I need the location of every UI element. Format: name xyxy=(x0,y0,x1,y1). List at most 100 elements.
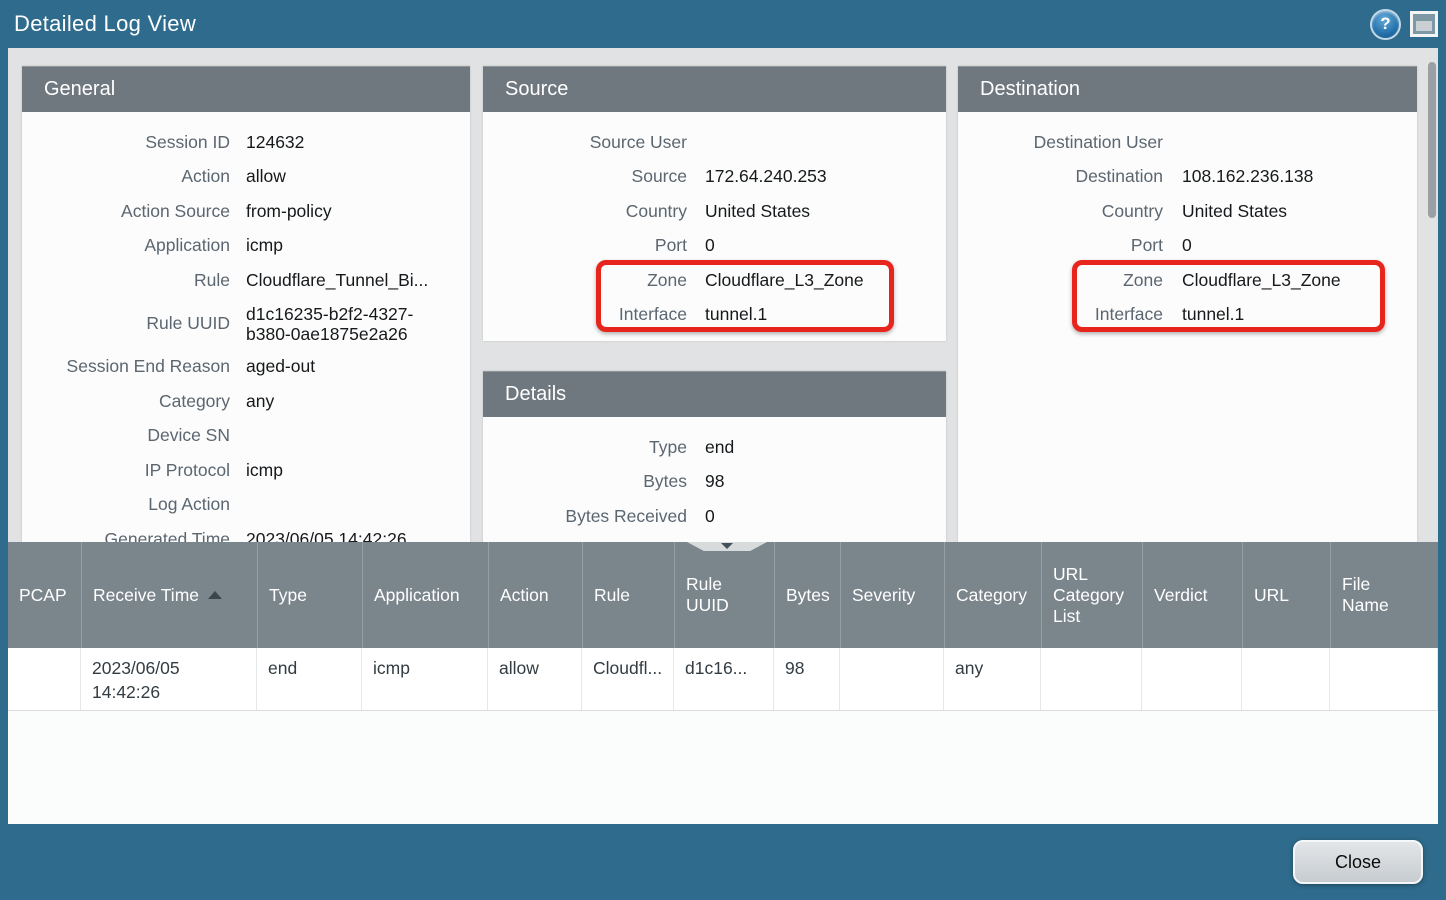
column-header-type[interactable]: Type xyxy=(257,542,362,648)
field-row: Bytes98 xyxy=(483,465,946,500)
column-header-bytes[interactable]: Bytes xyxy=(774,542,840,648)
column-header-action[interactable]: Action xyxy=(488,542,582,648)
panel-general: General Session ID124632ActionallowActio… xyxy=(22,66,470,542)
column-header-file-name[interactable]: File Name xyxy=(1330,542,1438,648)
title-bar: Detailed Log View ? xyxy=(0,0,1446,48)
column-header-url[interactable]: URL xyxy=(1242,542,1330,648)
cell-severity xyxy=(840,648,944,710)
field-value: from-policy xyxy=(230,201,332,222)
detailed-log-view-dialog: Detailed Log View ? General Session ID12… xyxy=(0,0,1446,900)
cell-rule-uuid: d1c16... xyxy=(674,648,774,710)
column-header-label: PCAP xyxy=(19,585,67,606)
cell-application: icmp xyxy=(362,648,488,710)
column-header-url-category-list[interactable]: URL Category List xyxy=(1041,542,1142,648)
cell-action: allow xyxy=(488,648,582,710)
field-value: any xyxy=(230,391,274,412)
field-value: d1c16235-b2f2-4327- b380-0ae1875e2a26 xyxy=(230,304,413,344)
cell-type: end xyxy=(257,648,362,710)
field-row: Device SN xyxy=(22,419,470,454)
panel-destination-header: Destination xyxy=(958,66,1417,112)
log-detail-panels-area: General Session ID124632ActionallowActio… xyxy=(8,48,1438,542)
field-row: Log Action xyxy=(22,488,470,523)
column-header-label: Category xyxy=(956,585,1027,606)
field-row: Session End Reasonaged-out xyxy=(22,350,470,385)
field-label: Action xyxy=(22,166,230,187)
log-table: PCAP Receive Time TypeApplication Action Rul… xyxy=(8,542,1438,824)
field-label: Type xyxy=(483,437,687,458)
panel-details-body: TypeendBytes98Bytes Received0 xyxy=(483,417,946,534)
field-value: 0 xyxy=(1163,235,1192,256)
field-value: allow xyxy=(230,166,286,187)
field-label: Port xyxy=(958,235,1163,256)
cell-url-category-list xyxy=(1041,648,1142,710)
field-value: 124632 xyxy=(230,132,304,153)
field-row: Actionallow xyxy=(22,160,470,195)
cell-bytes: 98 xyxy=(774,648,840,710)
field-row: Source172.64.240.253 xyxy=(483,160,946,195)
column-header-label: URL xyxy=(1254,585,1289,606)
field-label: Port xyxy=(483,235,687,256)
cell-category: any xyxy=(944,648,1041,710)
field-label: Destination xyxy=(958,166,1163,187)
field-value: 2023/06/05 14:42:26 xyxy=(230,529,407,542)
field-row: IP Protocolicmp xyxy=(22,453,470,488)
field-label: Rule UUID xyxy=(22,313,230,334)
column-header-pcap[interactable]: PCAP xyxy=(8,542,81,648)
field-label: Country xyxy=(483,201,687,222)
field-label: Application xyxy=(22,235,230,256)
field-label: Action Source xyxy=(22,201,230,222)
dialog-title: Detailed Log View xyxy=(0,11,196,37)
field-row: Rule UUIDd1c16235-b2f2-4327- b380-0ae187… xyxy=(22,298,470,350)
field-value: 0 xyxy=(687,506,715,527)
field-row: Port0 xyxy=(483,229,946,264)
field-row: Destination User xyxy=(958,125,1417,160)
field-row: Applicationicmp xyxy=(22,229,470,264)
column-header-category[interactable]: Category xyxy=(944,542,1041,648)
column-header-rule[interactable]: Rule xyxy=(582,542,674,648)
field-row: Bytes Received0 xyxy=(483,499,946,534)
field-label: Session End Reason xyxy=(22,356,230,377)
panel-details: Details TypeendBytes98Bytes Received0 xyxy=(483,371,946,542)
field-row: Action Sourcefrom-policy xyxy=(22,194,470,229)
highlight-box-source-zone-interface xyxy=(596,260,894,332)
table-row[interactable]: 2023/06/05 14:42:26endicmpallowCloudfl..… xyxy=(8,648,1438,711)
field-row: Destination108.162.236.138 xyxy=(958,160,1417,195)
field-value: United States xyxy=(687,201,810,222)
maximize-window-icon[interactable] xyxy=(1410,11,1438,37)
column-header-label: Action xyxy=(500,585,549,606)
cell-verdict xyxy=(1142,648,1242,710)
help-icon[interactable]: ? xyxy=(1372,11,1399,38)
field-row: Source User xyxy=(483,125,946,160)
field-value: United States xyxy=(1163,201,1287,222)
panel-details-header: Details xyxy=(483,371,946,417)
field-row: Generated Time2023/06/05 14:42:26 xyxy=(22,522,470,542)
column-header-rule-uuid[interactable]: Rule UUID xyxy=(674,542,774,648)
field-value: icmp xyxy=(230,460,283,481)
column-header-application[interactable]: Application xyxy=(362,542,488,648)
column-header-receive-time[interactable]: Receive Time xyxy=(81,542,257,648)
column-header-label: Severity xyxy=(852,585,915,606)
close-button[interactable]: Close xyxy=(1293,840,1423,884)
column-header-label: Receive Time xyxy=(93,585,199,606)
field-label: Country xyxy=(958,201,1163,222)
panel-source-header: Source xyxy=(483,66,946,112)
panel-general-header: General xyxy=(22,66,470,112)
field-label: Source xyxy=(483,166,687,187)
column-header-label: File Name xyxy=(1342,574,1389,616)
panel-general-body: Session ID124632ActionallowAction Source… xyxy=(22,112,470,542)
field-value: 172.64.240.253 xyxy=(687,166,827,187)
field-label: Device SN xyxy=(22,425,230,446)
field-row: RuleCloudflare_Tunnel_Bi... xyxy=(22,263,470,298)
field-label: Source User xyxy=(483,132,687,153)
log-table-body: 2023/06/05 14:42:26endicmpallowCloudfl..… xyxy=(8,648,1438,711)
column-header-verdict[interactable]: Verdict xyxy=(1142,542,1242,648)
column-header-label: Rule xyxy=(594,585,630,606)
field-label: IP Protocol xyxy=(22,460,230,481)
column-header-severity[interactable]: Severity xyxy=(840,542,944,648)
collapse-arrow-icon xyxy=(721,543,733,549)
field-value: Cloudflare_Tunnel_Bi... xyxy=(230,270,428,291)
titlebar-icons: ? xyxy=(1372,0,1438,48)
cell-pcap xyxy=(8,648,81,710)
field-value: 108.162.236.138 xyxy=(1163,166,1313,187)
vertical-scrollbar-thumb[interactable] xyxy=(1428,62,1436,218)
